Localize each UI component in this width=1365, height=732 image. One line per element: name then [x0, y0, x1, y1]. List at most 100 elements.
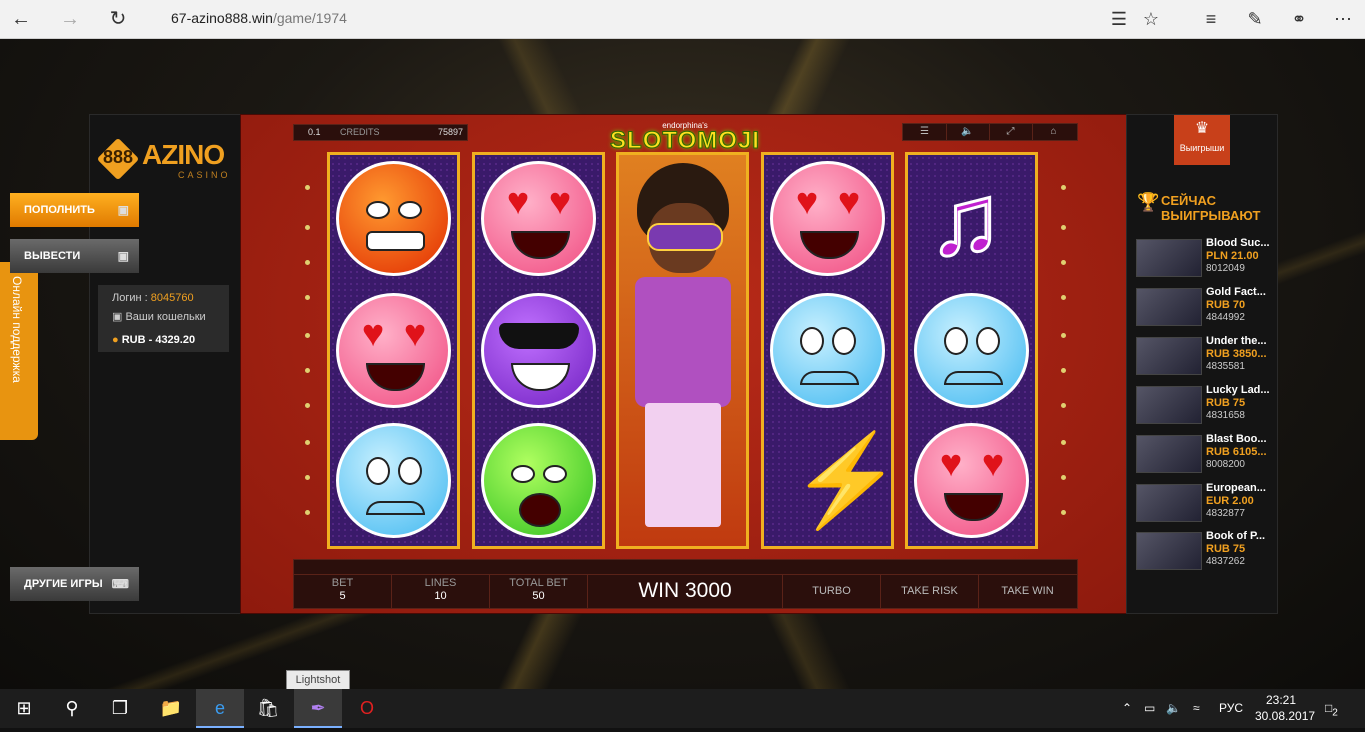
reel-2: ♥ ♥ — [472, 152, 605, 549]
clock-time: 23:21 — [1265, 693, 1297, 707]
winner-row[interactable]: Blood Suc... PLN 21.00 8012049 — [1136, 237, 1274, 277]
wifi-icon[interactable]: ≈ — [1193, 689, 1200, 728]
more-icon[interactable]: ⋯ — [1331, 7, 1355, 31]
opera-icon[interactable]: O — [343, 689, 391, 728]
bet-value: 0.1 — [308, 127, 321, 137]
win-display: WIN 3000 — [588, 574, 783, 608]
slot-game[interactable]: 0.1 CREDITS 75897 endorphina's SLOTOMOJI… — [240, 114, 1128, 614]
crying-emoji-icon — [770, 293, 885, 408]
refresh-icon[interactable]: ↻ — [105, 6, 131, 32]
task-view-icon[interactable]: ❐ — [96, 689, 144, 728]
payline-dot — [305, 295, 310, 300]
winner-row[interactable]: European... EUR 2.00 4832877 — [1136, 482, 1274, 522]
winner-game: Blast Boo... — [1206, 433, 1267, 445]
taskbar-tooltip: Lightshot — [286, 670, 350, 690]
network-icon[interactable]: ▭ — [1144, 689, 1155, 728]
deposit-button[interactable]: ПОПОЛНИТЬ ▣ — [10, 193, 139, 227]
withdraw-button[interactable]: ВЫВЕСТИ ▣ — [10, 239, 139, 273]
reading-view-icon[interactable]: ☰ — [1107, 7, 1131, 31]
action-center-icon[interactable]: □2 — [1325, 689, 1338, 728]
total-bet-amount: 50 — [532, 590, 545, 602]
take-risk-button[interactable]: TAKE RISK — [881, 574, 979, 608]
favorite-star-icon[interactable]: ☆ — [1139, 7, 1163, 31]
winner-game: Book of P... — [1206, 530, 1266, 542]
payline-dot — [1061, 295, 1066, 300]
clock[interactable]: 23:21 30.08.2017 — [1255, 692, 1316, 724]
other-games-button[interactable]: ДРУГИЕ ИГРЫ ⌨ — [10, 567, 139, 601]
reel-5: ♫ ♥ ♥ — [905, 152, 1038, 549]
volume-icon[interactable]: 🔈 — [1166, 689, 1181, 728]
winner-row[interactable]: Blast Boo... RUB 6105... 8008200 — [1136, 433, 1274, 473]
winner-game: Under the... — [1206, 335, 1267, 347]
forward-icon[interactable]: → — [57, 6, 83, 32]
game-thumbnail — [1136, 386, 1202, 424]
coin-icon: ● — [112, 334, 119, 346]
credits-value: 75897 — [437, 127, 463, 137]
share-icon[interactable]: ⚭ — [1287, 7, 1311, 31]
payline-dot — [1061, 260, 1066, 265]
total-bet-label: TOTAL BET — [509, 577, 568, 589]
game-thumbnail — [1136, 288, 1202, 326]
address-bar[interactable]: 67-azino888.win/game/1974 — [171, 10, 347, 26]
payline-dot — [305, 440, 310, 445]
turbo-button[interactable]: TURBO — [783, 574, 881, 608]
bet-control[interactable]: BET 5 — [294, 574, 392, 608]
store-icon[interactable]: 🛍 — [244, 689, 292, 728]
take-win-button[interactable]: TAKE WIN — [979, 574, 1076, 608]
lightshot-icon[interactable]: ✒ — [294, 689, 342, 728]
wallet-icon: ▣ — [117, 203, 129, 217]
edge-browser-icon[interactable]: e — [196, 689, 244, 728]
sunglasses-emoji-icon — [481, 293, 596, 408]
logo-name: AZINO — [142, 139, 225, 170]
menu-icon[interactable]: ☰ — [903, 124, 947, 140]
language-indicator[interactable]: РУС — [1219, 689, 1243, 728]
winner-row[interactable]: Book of P... RUB 75 4837262 — [1136, 530, 1274, 570]
payline-dot — [305, 368, 310, 373]
game-top-controls: ☰ 🔈 ⤢ ⌂ — [902, 123, 1078, 141]
wallet-icon: ▣ — [117, 249, 129, 263]
search-icon[interactable]: ⚲ — [48, 689, 96, 728]
winner-user: 4831658 — [1206, 410, 1245, 421]
winner-amount: RUB 70 — [1206, 299, 1246, 311]
online-support-tab[interactable]: Онлайн поддержка — [0, 262, 38, 440]
winner-game: Blood Suc... — [1206, 237, 1270, 249]
winner-amount: PLN 21.00 — [1206, 250, 1259, 262]
deposit-label: ПОПОЛНИТЬ — [24, 204, 95, 216]
web-note-icon[interactable]: ✎ — [1243, 7, 1267, 31]
login-label: Логин : — [112, 292, 148, 304]
fullscreen-icon[interactable]: ⤢ — [989, 124, 1033, 140]
credits-label: CREDITS — [340, 127, 380, 137]
winner-row[interactable]: Gold Fact... RUB 70 4844992 — [1136, 286, 1274, 326]
winning-now-text: СЕЙЧАС ВЫИГРЫВАЮТ — [1161, 193, 1261, 223]
windows-start-icon[interactable]: ⊞ — [0, 689, 48, 728]
payline-dot — [1061, 440, 1066, 445]
music-note-icon: ♫ — [927, 164, 1005, 277]
heart-eyes-emoji-icon: ♥ ♥ — [770, 161, 885, 276]
file-explorer-icon[interactable]: 📁 — [147, 689, 195, 728]
clock-date: 30.08.2017 — [1255, 709, 1316, 723]
winner-amount: RUB 75 — [1206, 543, 1246, 555]
reel-3 — [616, 152, 749, 549]
payline-dot — [305, 475, 310, 480]
payline-dot — [1061, 403, 1066, 408]
sound-icon[interactable]: 🔈 — [946, 124, 990, 140]
login-value: 8045760 — [150, 292, 194, 304]
game-logo: endorphina's SLOTOMOJI — [603, 121, 767, 155]
account-info: Логин : 8045760 ▣ Ваши кошельки ● RUB - … — [98, 285, 229, 352]
bet-label: BET — [331, 577, 354, 589]
hub-icon[interactable]: ≡ — [1199, 7, 1223, 31]
crying-emoji-icon — [336, 423, 451, 538]
winner-row[interactable]: Under the... RUB 3850... 4835581 — [1136, 335, 1274, 375]
game-control-bar: BET 5 LINES 10 TOTAL BET 50 WIN 3000 TURBO … — [293, 559, 1078, 609]
winnings-badge[interactable]: ♛ Выигрыши — [1174, 115, 1230, 165]
show-hidden-icons[interactable]: ⌃ — [1122, 689, 1132, 728]
wallets-link[interactable]: ▣ Ваши кошельки — [112, 310, 206, 323]
winner-row[interactable]: Lucky Lad... RUB 75 4831658 — [1136, 384, 1274, 424]
windows-taskbar: ⊞ ⚲ ❐ 📁 e 🛍 ✒ O ⌃ ▭ 🔈 ≈ РУС 23:21 30.08.2… — [0, 689, 1365, 728]
casino-logo[interactable]: 888 AZINO CASINO — [96, 137, 233, 183]
winner-user: 4832877 — [1206, 508, 1245, 519]
payline-dot — [305, 225, 310, 230]
home-icon[interactable]: ⌂ — [1032, 124, 1075, 140]
lines-control[interactable]: LINES 10 — [392, 574, 490, 608]
back-icon[interactable]: ← — [8, 6, 34, 32]
